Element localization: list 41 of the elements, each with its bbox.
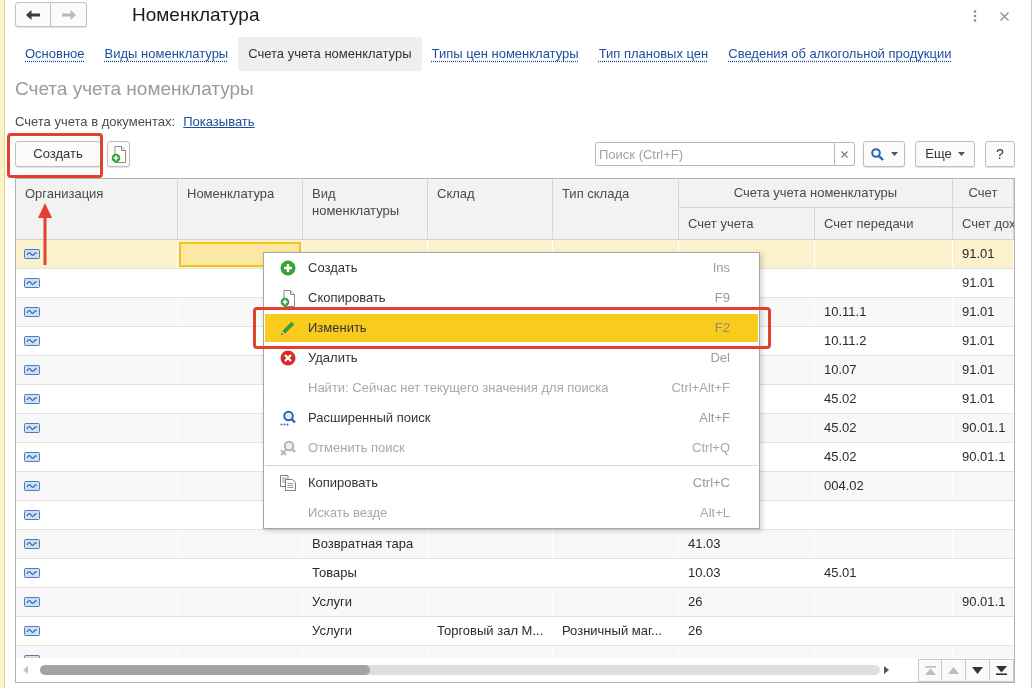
account-number: 91.01 — [961, 245, 996, 264]
account-number: 45.02 — [823, 448, 858, 467]
account-number: 91.01 — [961, 390, 996, 409]
account-number: 10.03 — [687, 564, 722, 583]
shortcut-text: Alt+F — [699, 410, 730, 426]
shortcut-text: Ctrl+C — [692, 475, 730, 491]
account-number: 91.01 — [961, 332, 996, 351]
item-kind-text: Возвратная тара — [311, 535, 415, 554]
item-kind-text: Услуги — [311, 622, 353, 641]
window-title: Номенклатура — [132, 3, 260, 27]
account-number: 91.01 — [961, 361, 996, 380]
section-heading: Счета учета номенклатуры — [15, 78, 255, 100]
account-number: 10.11.1 — [823, 303, 868, 322]
account-number: 90.01.1 — [961, 419, 1007, 438]
account-number: 26 — [687, 593, 704, 612]
account-number: 91.01 — [961, 303, 996, 322]
account-number: 26 — [687, 622, 704, 641]
account-number: 90.01.1 — [961, 448, 1007, 467]
shortcut-text: F9 — [714, 290, 730, 306]
warehouse-text: Торговый зал М... — [436, 622, 545, 641]
item-kind-text: Услуги — [311, 593, 353, 612]
account-number: 45.02 — [823, 390, 858, 409]
column-group-header: Счет — [953, 179, 1014, 208]
shortcut-text: Del — [710, 350, 730, 366]
shortcut-text: Ins — [712, 260, 730, 276]
account-number: 45.02 — [823, 419, 858, 438]
item-kind-text: Товары — [311, 564, 358, 583]
account-number: 45.01 — [823, 564, 858, 583]
account-number: 90.01.1 — [961, 593, 1007, 612]
shortcut-text: F2 — [714, 320, 730, 336]
setting-label: Счета учета в документах: — [15, 113, 176, 132]
column-group-header: Счета учета номенклатуры — [679, 179, 953, 208]
account-number: 004.02 — [823, 477, 865, 496]
shortcut-text: Alt+L — [700, 505, 730, 521]
shortcut-text: Ctrl+Q — [692, 440, 730, 456]
account-number: 10.11.2 — [823, 332, 868, 351]
account-number: 41.03 — [687, 535, 722, 554]
shortcut-text: Ctrl+Alt+F — [671, 380, 730, 396]
warehouse-type-text: Розничный маг... — [561, 622, 663, 641]
account-number: 10.07 — [823, 361, 858, 380]
account-number: 91.01 — [961, 274, 996, 293]
